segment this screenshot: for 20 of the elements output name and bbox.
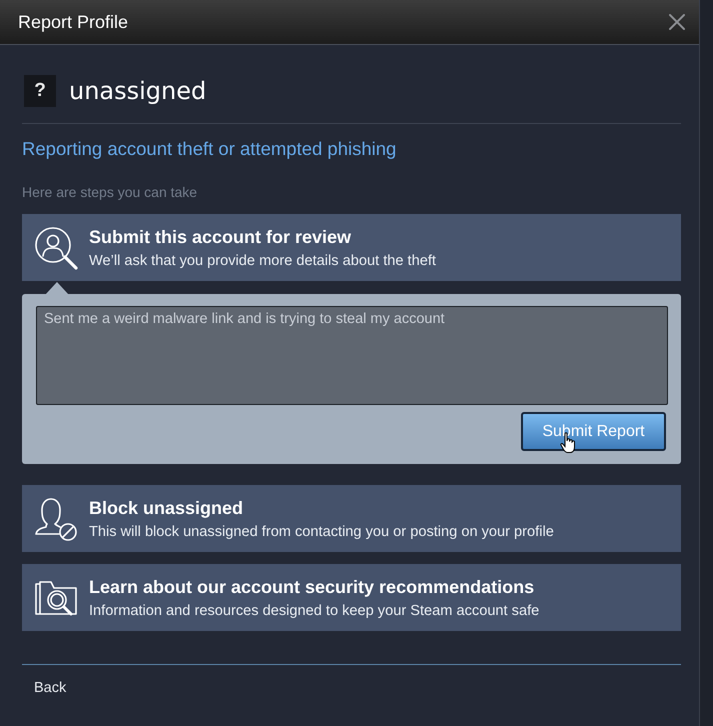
option-card[interactable]: Block unassigned This will block unassigned from contacting you or posting on your profile — [22, 485, 681, 552]
section-heading: Reporting account theft or attempted phishing — [22, 138, 396, 160]
option-title: Submit this account for review — [89, 226, 352, 248]
profile-name: unassigned — [69, 77, 206, 105]
option-description: This will block unassigned from contacting you or posting on your profile — [89, 524, 554, 540]
option-description: We’ll ask that you provide more details about the theft — [89, 252, 436, 268]
search-user-icon — [34, 226, 78, 270]
option-title: Block unassigned — [89, 498, 244, 518]
close-icon — [669, 14, 685, 30]
option-card[interactable]: Submit this account for review We’ll ask that you provide more details about the theft — [22, 214, 681, 281]
back-link[interactable]: Back — [34, 680, 66, 696]
steps-label: Here are steps you can take — [22, 184, 198, 200]
option-description: Information and resources designed to keep your Steam account safe — [89, 602, 540, 618]
avatar-question-mark: ? — [34, 80, 46, 102]
block-user-icon — [34, 496, 78, 540]
close-button[interactable] — [669, 14, 685, 30]
option-card[interactable]: Learn about our account security recommendations Information and resources designed to keep your Steam account safe — [22, 564, 681, 631]
report-text-field[interactable]: Sent me a weird malware link and is trying to steal my account — [36, 306, 668, 405]
window-title: Report Profile — [18, 12, 128, 32]
option-title: Learn about our account security recommendations — [89, 576, 534, 598]
